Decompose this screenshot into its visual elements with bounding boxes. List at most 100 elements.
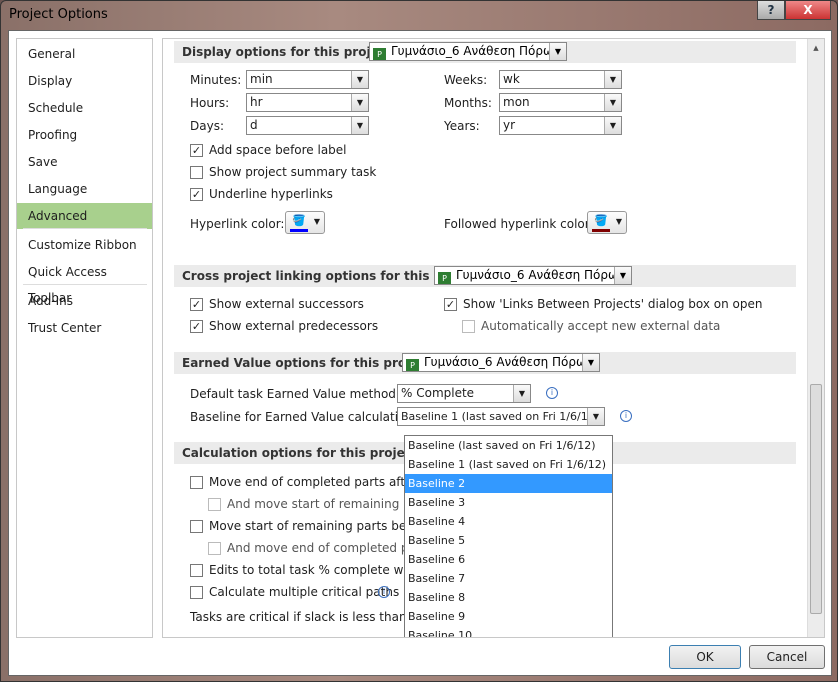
- paint-bucket-icon: 🪣: [594, 214, 608, 227]
- project-file-icon: P: [373, 48, 386, 60]
- sidebar-item-save[interactable]: Save: [17, 149, 152, 175]
- baseline-option[interactable]: Baseline 3: [405, 493, 612, 512]
- hyperlink-color-label: Hyperlink color:: [190, 217, 285, 231]
- earned-value-section-header: Earned Value options for this project: P…: [174, 352, 796, 374]
- move-start-checkbox[interactable]: [190, 520, 203, 533]
- months-select[interactable]: mon ▼: [499, 93, 622, 112]
- project-name: Γυμνάσιο_6 Ανάθεση Πόρων: [424, 355, 593, 369]
- chevron-down-icon[interactable]: ▼: [582, 354, 599, 371]
- cross-project-select[interactable]: P Γυμνάσιο_6 Ανάθεση Πόρων ▼: [434, 266, 632, 285]
- chevron-down-icon: ▼: [615, 217, 622, 226]
- display-section-header: Display options for this project: P Γυμνά…: [174, 41, 796, 63]
- cancel-button[interactable]: Cancel: [749, 645, 825, 669]
- hyperlink-color-button[interactable]: 🪣 ▼: [285, 211, 325, 234]
- links-dialog-checkbox[interactable]: ✓: [444, 298, 457, 311]
- chevron-down-icon[interactable]: ▼: [604, 117, 621, 134]
- paint-bucket-icon: 🪣: [292, 214, 306, 227]
- chevron-down-icon: ▼: [313, 217, 320, 226]
- baseline-option[interactable]: Baseline 8: [405, 588, 612, 607]
- info-icon[interactable]: i: [546, 387, 558, 399]
- baseline-option[interactable]: Baseline 6: [405, 550, 612, 569]
- chevron-down-icon[interactable]: ▼: [351, 71, 368, 88]
- baseline-option[interactable]: Baseline 5: [405, 531, 612, 550]
- edits-checkbox[interactable]: [190, 564, 203, 577]
- days-select[interactable]: d ▼: [246, 116, 369, 135]
- project-file-icon: P: [406, 359, 419, 371]
- info-icon[interactable]: i: [378, 586, 390, 598]
- scrollbar[interactable]: ▲: [807, 39, 824, 637]
- external-predecessors-checkbox[interactable]: ✓: [190, 320, 203, 333]
- color-swatch: [290, 229, 308, 232]
- ev-method-select[interactable]: % Complete ▼: [397, 384, 531, 403]
- sidebar-item-schedule[interactable]: Schedule: [17, 95, 152, 121]
- chevron-down-icon[interactable]: ▼: [604, 71, 621, 88]
- months-value: mon: [503, 95, 530, 109]
- add-space-checkbox[interactable]: ✓: [190, 144, 203, 157]
- earned-value-project-select[interactable]: P Γυμνάσιο_6 Ανάθεση Πόρων ▼: [402, 353, 600, 372]
- chevron-down-icon[interactable]: ▼: [351, 94, 368, 111]
- hours-select[interactable]: hr ▼: [246, 93, 369, 112]
- baseline-option[interactable]: Baseline 1 (last saved on Fri 1/6/12): [405, 455, 612, 474]
- baseline-option[interactable]: Baseline 9: [405, 607, 612, 626]
- scroll-thumb[interactable]: [810, 384, 822, 614]
- and-move-start-checkbox[interactable]: [208, 498, 221, 511]
- weeks-select[interactable]: wk ▼: [499, 70, 622, 89]
- baseline-option[interactable]: Baseline 4: [405, 512, 612, 531]
- external-successors-checkbox[interactable]: ✓: [190, 298, 203, 311]
- baseline-option[interactable]: Baseline 7: [405, 569, 612, 588]
- underline-hyperlinks-checkbox[interactable]: ✓: [190, 188, 203, 201]
- and-move-end-label: And move end of completed pa: [227, 541, 416, 555]
- hours-label: Hours:: [190, 96, 230, 110]
- sidebar-item-advanced[interactable]: Advanced: [17, 203, 152, 229]
- section-title: Calculation options for this project:: [182, 446, 423, 460]
- days-label: Days:: [190, 119, 224, 133]
- section-title: Display options for this project:: [182, 45, 397, 59]
- chevron-down-icon[interactable]: ▼: [549, 43, 566, 60]
- chevron-down-icon[interactable]: ▼: [513, 385, 530, 402]
- chevron-down-icon[interactable]: ▼: [351, 117, 368, 134]
- sidebar: General Display Schedule Proofing Save Langua…: [16, 38, 153, 638]
- help-button[interactable]: ?: [757, 1, 785, 20]
- followed-color-button[interactable]: 🪣 ▼: [587, 211, 627, 234]
- baseline-dropdown-list[interactable]: Baseline (last saved on Fri 1/6/12) Basel…: [404, 435, 613, 637]
- chevron-down-icon[interactable]: ▼: [614, 267, 631, 284]
- chevron-down-icon[interactable]: ▼: [587, 408, 604, 425]
- multiple-critical-paths-checkbox[interactable]: [190, 586, 203, 599]
- followed-color-label: Followed hyperlink color:: [444, 217, 594, 231]
- edits-label: Edits to total task % complete will b: [209, 563, 425, 577]
- baseline-option[interactable]: Baseline 10: [405, 626, 612, 637]
- move-end-checkbox[interactable]: [190, 476, 203, 489]
- and-move-end-checkbox[interactable]: [208, 542, 221, 555]
- dialog-window: Project Options ? X General Display Schedu…: [0, 0, 838, 682]
- close-button[interactable]: X: [785, 1, 831, 20]
- ev-baseline-select[interactable]: Baseline 1 (last saved on Fri 1/6/12) ▼: [397, 407, 605, 426]
- info-icon[interactable]: i: [620, 410, 632, 422]
- auto-accept-checkbox[interactable]: [462, 320, 475, 333]
- sidebar-item-quick-access-toolbar[interactable]: Quick Access Toolbar: [17, 259, 152, 305]
- add-space-label: Add space before label: [209, 143, 347, 157]
- multiple-critical-paths-label: Calculate multiple critical paths: [209, 585, 400, 599]
- baseline-option[interactable]: Baseline (last saved on Fri 1/6/12): [405, 436, 612, 455]
- sidebar-item-customize-ribbon[interactable]: Customize Ribbon: [17, 232, 152, 258]
- show-summary-checkbox[interactable]: [190, 166, 203, 179]
- sidebar-item-proofing[interactable]: Proofing: [17, 122, 152, 148]
- divider: [23, 228, 147, 229]
- display-project-select[interactable]: P Γυμνάσιο_6 Ανάθεση Πόρων ▼: [369, 42, 567, 61]
- divider: [23, 284, 147, 285]
- sidebar-item-trust-center[interactable]: Trust Center: [17, 315, 152, 341]
- sidebar-item-display[interactable]: Display: [17, 68, 152, 94]
- minutes-select[interactable]: min ▼: [246, 70, 369, 89]
- chevron-down-icon[interactable]: ▼: [604, 94, 621, 111]
- window-title: Project Options: [9, 7, 108, 22]
- ok-button[interactable]: OK: [669, 645, 741, 669]
- years-label: Years:: [444, 119, 480, 133]
- scroll-up-icon[interactable]: ▲: [808, 44, 824, 52]
- ev-baseline-label: Baseline for Earned Value calculation:: [190, 410, 418, 424]
- and-move-start-label: And move start of remaining pa: [227, 497, 419, 511]
- sidebar-item-general[interactable]: General: [17, 41, 152, 67]
- baseline-option[interactable]: Baseline 2: [405, 474, 612, 493]
- external-predecessors-label: Show external predecessors: [209, 319, 379, 333]
- sidebar-item-add-ins[interactable]: Add-Ins: [17, 288, 152, 314]
- years-select[interactable]: yr ▼: [499, 116, 622, 135]
- sidebar-item-language[interactable]: Language: [17, 176, 152, 202]
